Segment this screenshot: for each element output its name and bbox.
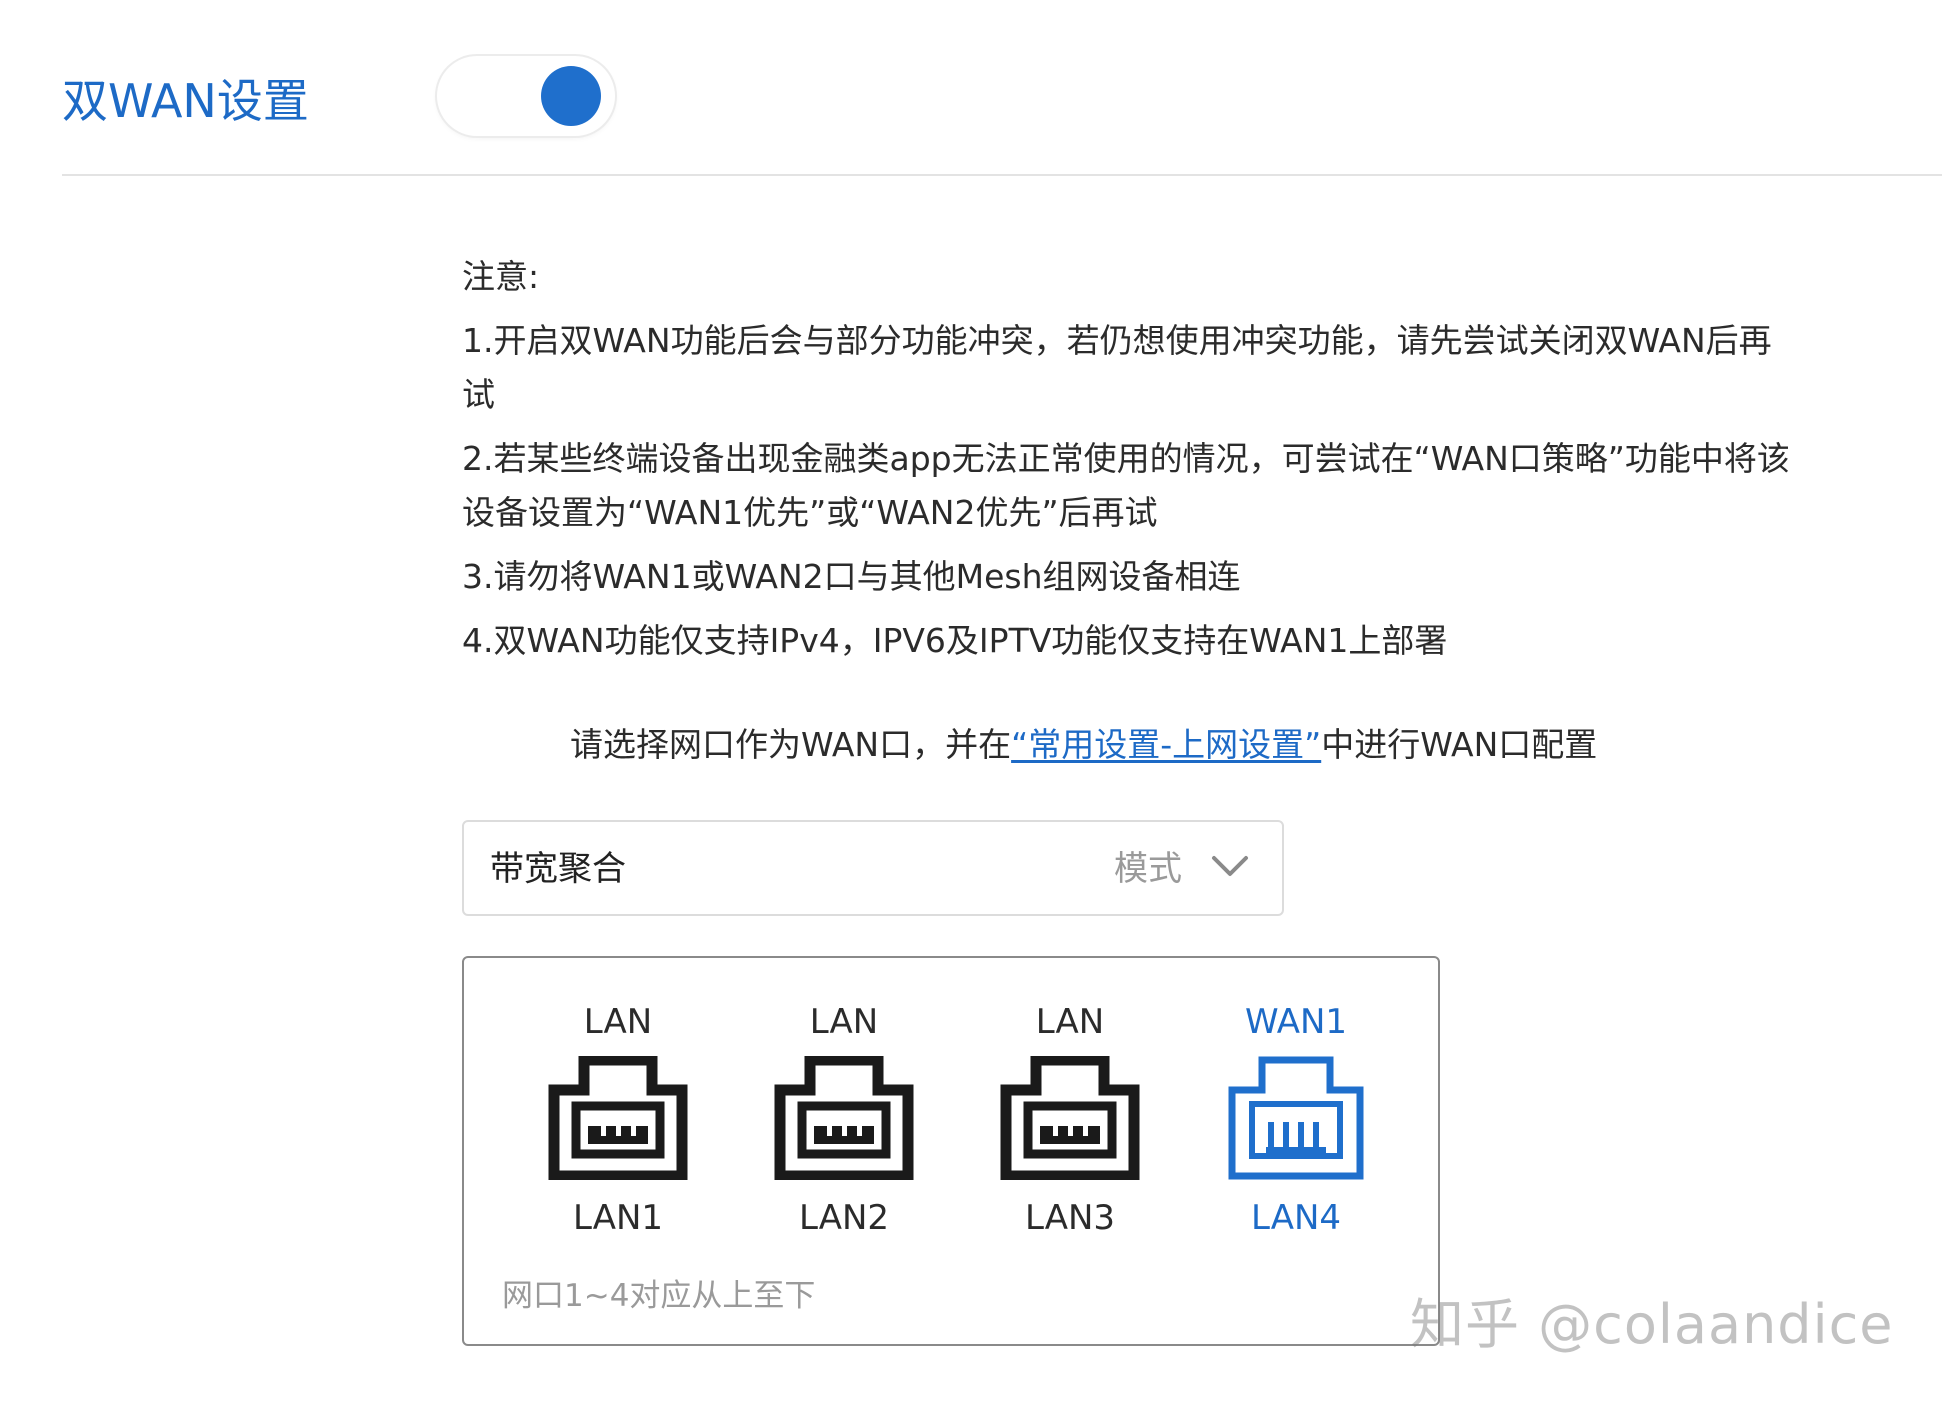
mode-select[interactable]: 带宽聚合 模式	[462, 820, 1284, 916]
notice-item-4: 4.双WAN功能仅支持IPv4，IPV6及IPTV功能仅支持在WAN1上部署	[462, 621, 1448, 660]
ethernet-port-icon	[774, 1056, 914, 1180]
mode-select-value: 带宽聚合	[490, 849, 626, 889]
watermark: 知乎 @colaandice	[1410, 1293, 1894, 1356]
port-role-label: WAN1	[1244, 1002, 1348, 1042]
wan-instruction: 请选择网口作为WAN口，并在“常用设置-上网设置”中进行WAN口配置	[570, 718, 1597, 772]
notice-item-3: 3.请勿将WAN1或WAN2口与其他Mesh组网设备相连	[462, 557, 1241, 596]
port-name-label: LAN4	[1250, 1198, 1342, 1238]
ethernet-port-icon	[1000, 1056, 1140, 1180]
notice-section: 注意: 1.开启双WAN功能后会与部分功能冲突，若仍想使用冲突功能，请先尝试关闭…	[462, 250, 1802, 678]
port-lan4-wan1[interactable]: WAN1 LAN4	[1206, 1000, 1386, 1240]
port-name-label: LAN2	[798, 1198, 890, 1238]
port-name-label: LAN3	[1024, 1198, 1116, 1238]
dual-wan-toggle[interactable]	[437, 56, 615, 136]
port-lan3[interactable]: LAN LAN3	[980, 1000, 1160, 1240]
port-panel: LAN LAN1 LAN LAN2 LAN LAN3 WAN1 LAN4 网口1…	[462, 956, 1440, 1346]
port-name-label: LAN1	[572, 1198, 664, 1238]
internet-settings-link[interactable]: “常用设置-上网设置”	[1011, 725, 1321, 764]
notice-item-1: 1.开启双WAN功能后会与部分功能冲突，若仍想使用冲突功能，请先尝试关闭双WAN…	[462, 321, 1772, 414]
instruction-text-after: 中进行WAN口配置	[1321, 725, 1598, 764]
header-divider	[62, 174, 1942, 176]
port-role-label: LAN	[1035, 1002, 1105, 1042]
page-title: 双WAN设置	[62, 74, 309, 128]
chevron-down-icon	[1212, 856, 1248, 876]
notice-item-2: 2.若某些终端设备出现金融类app无法正常使用的情况，可尝试在“WAN口策略”功…	[462, 439, 1790, 532]
port-role-label: LAN	[583, 1002, 653, 1042]
port-role-label: LAN	[809, 1002, 879, 1042]
mode-select-label: 模式	[1114, 849, 1182, 889]
ethernet-port-icon	[548, 1056, 688, 1180]
notice-title: 注意:	[462, 257, 540, 296]
ports-note: 网口1~4对应从上至下	[502, 1278, 816, 1314]
toggle-knob	[541, 66, 601, 126]
ethernet-port-icon	[1228, 1056, 1364, 1180]
port-lan2[interactable]: LAN LAN2	[754, 1000, 934, 1240]
port-lan1[interactable]: LAN LAN1	[528, 1000, 708, 1240]
instruction-text-before: 请选择网口作为WAN口，并在	[570, 725, 1012, 764]
